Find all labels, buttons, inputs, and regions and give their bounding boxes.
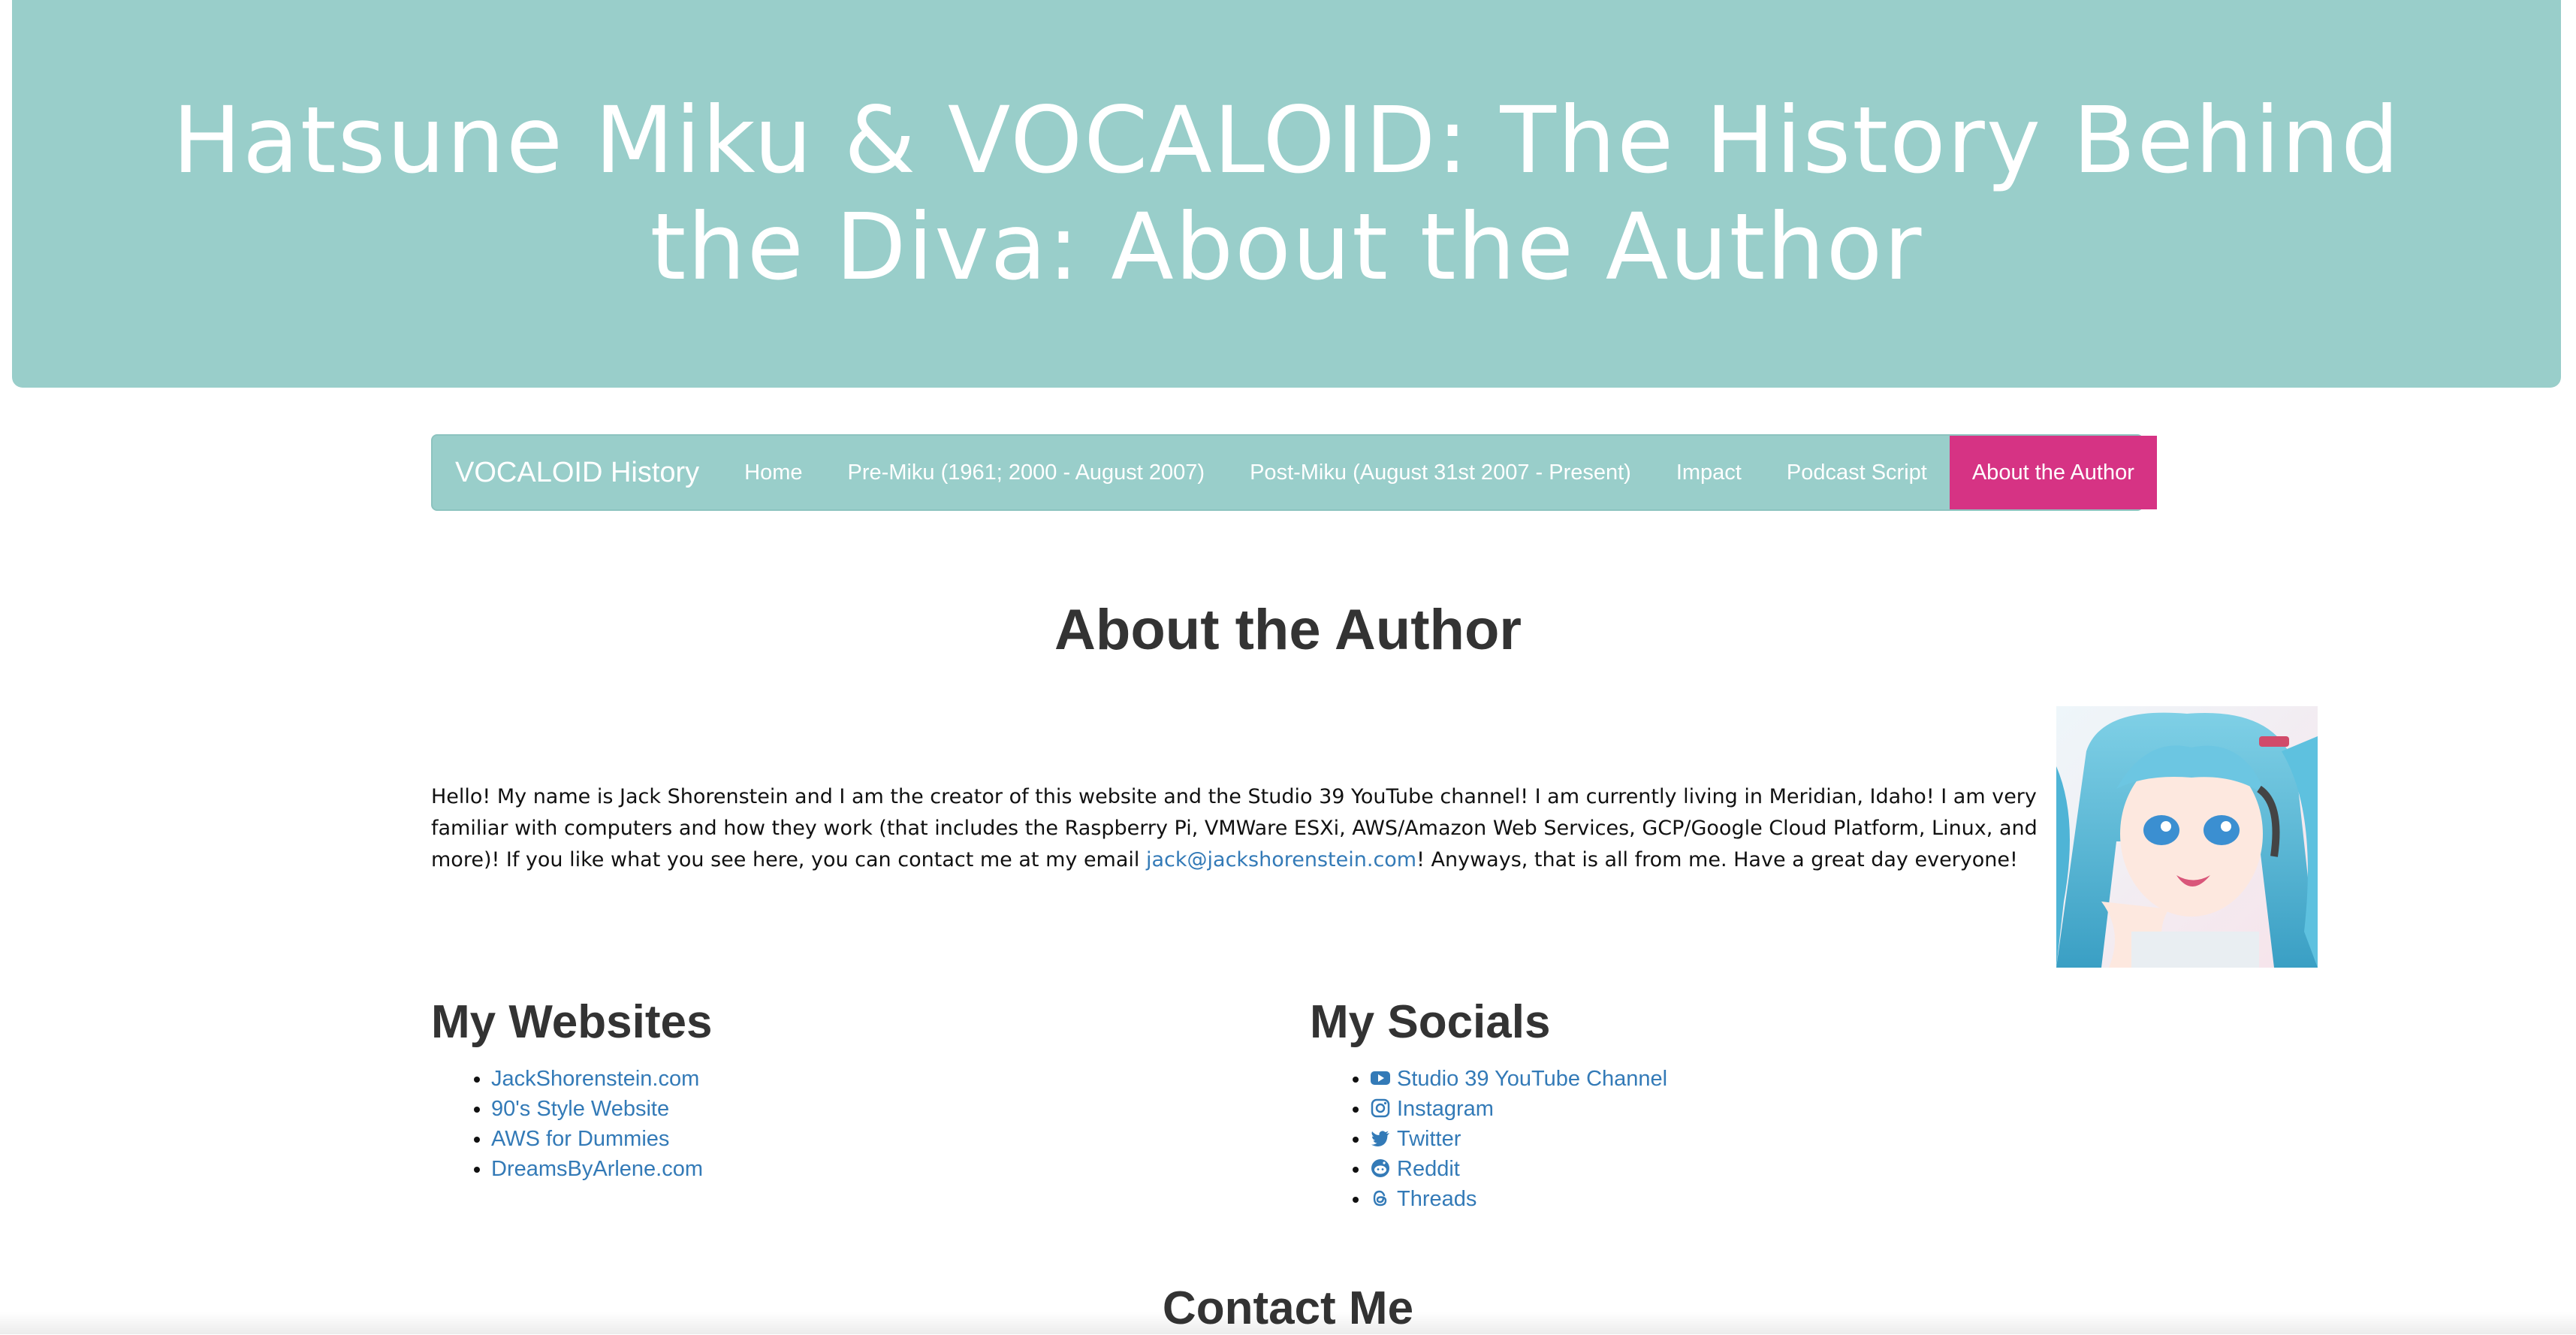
instagram-icon xyxy=(1370,1097,1391,1118)
nav-home[interactable]: Home xyxy=(722,436,825,509)
social-label: Instagram xyxy=(1397,1097,1494,1121)
twitter-icon xyxy=(1370,1127,1391,1148)
social-link-twitter[interactable]: Twitter xyxy=(1370,1127,1461,1151)
list-item: Instagram xyxy=(1370,1094,1667,1124)
website-link-dreamsbyarlene[interactable]: DreamsByArlene.com xyxy=(491,1157,703,1181)
websites-list: JackShorenstein.com 90's Style Website A… xyxy=(431,1064,712,1184)
socials-list: Studio 39 YouTube Channel Instagram Twit… xyxy=(1310,1064,1667,1214)
social-link-instagram[interactable]: Instagram xyxy=(1370,1097,1494,1121)
list-item: Reddit xyxy=(1370,1154,1667,1184)
page-title: Hatsune Miku & VOCALOID: The History Beh… xyxy=(172,87,2401,301)
socials-heading: My Socials xyxy=(1310,996,1551,1048)
website-link-aws-for-dummies[interactable]: AWS for Dummies xyxy=(491,1127,669,1151)
list-item: AWS for Dummies xyxy=(491,1124,712,1154)
list-item: 90's Style Website xyxy=(491,1094,712,1124)
nav-about-the-author[interactable]: About the Author xyxy=(1949,436,2157,509)
bottom-edge-shadow xyxy=(0,1312,2576,1334)
nav-post-miku[interactable]: Post-Miku (August 31st 2007 - Present) xyxy=(1227,436,1654,509)
social-label: Threads xyxy=(1397,1187,1477,1211)
navbar: VOCALOID History Home Pre-Miku (1961; 20… xyxy=(431,434,2157,511)
intro-text-end: ! Anyways, that is all from me. Have a g… xyxy=(1416,848,2018,871)
threads-icon xyxy=(1370,1187,1391,1208)
author-intro: Hello! My name is Jack Shorenstein and I… xyxy=(431,781,2038,876)
websites-heading: My Websites xyxy=(431,996,713,1048)
websites-section: My Websites JackShorenstein.com 90's Sty… xyxy=(431,992,712,1184)
email-link[interactable]: jack@jackshorenstein.com xyxy=(1146,848,1416,871)
page-banner: Hatsune Miku & VOCALOID: The History Beh… xyxy=(12,0,2561,388)
website-link-jackshorenstein[interactable]: JackShorenstein.com xyxy=(491,1067,699,1091)
nav-impact[interactable]: Impact xyxy=(1654,436,1764,509)
social-link-reddit[interactable]: Reddit xyxy=(1370,1157,1460,1181)
social-label: Studio 39 YouTube Channel xyxy=(1397,1067,1668,1091)
reddit-icon xyxy=(1370,1157,1391,1178)
nav-podcast-script[interactable]: Podcast Script xyxy=(1764,436,1950,509)
nav-pre-miku[interactable]: Pre-Miku (1961; 2000 - August 2007) xyxy=(825,436,1228,509)
list-item: DreamsByArlene.com xyxy=(491,1154,712,1184)
social-link-threads[interactable]: Threads xyxy=(1370,1187,1477,1211)
list-item: Threads xyxy=(1370,1184,1667,1214)
socials-section: My Socials Studio 39 YouTube Channel Ins… xyxy=(1310,992,1667,1214)
author-avatar-image xyxy=(2056,706,2318,968)
list-item: Studio 39 YouTube Channel xyxy=(1370,1064,1667,1094)
list-item: JackShorenstein.com xyxy=(491,1064,712,1094)
list-item: Twitter xyxy=(1370,1124,1667,1154)
social-label: Twitter xyxy=(1397,1127,1461,1151)
navbar-brand[interactable]: VOCALOID History xyxy=(433,436,722,509)
section-title: About the Author xyxy=(1054,598,1522,662)
website-link-90s-style[interactable]: 90's Style Website xyxy=(491,1097,669,1121)
social-link-youtube[interactable]: Studio 39 YouTube Channel xyxy=(1370,1067,1667,1091)
social-label: Reddit xyxy=(1397,1157,1460,1181)
youtube-icon xyxy=(1370,1067,1391,1088)
